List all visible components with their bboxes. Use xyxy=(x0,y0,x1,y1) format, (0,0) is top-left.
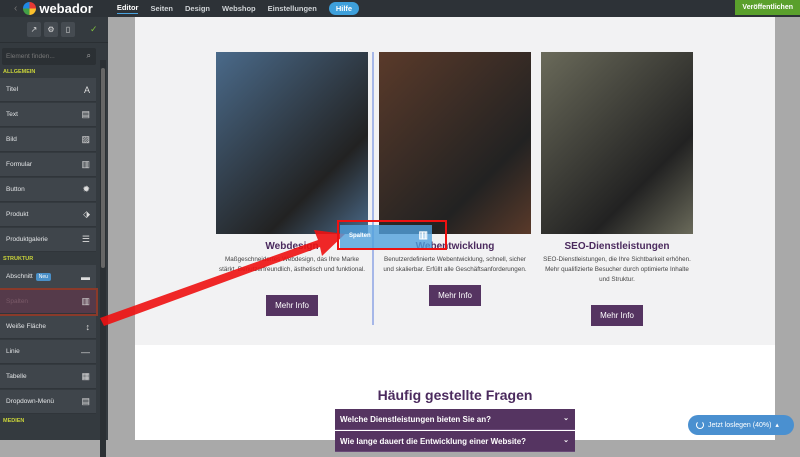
dragged-element-spalten[interactable]: Spalten ▥ xyxy=(340,225,432,248)
cta-label: Jetzt loslegen (40%) xyxy=(708,421,772,429)
progress-spinner-icon xyxy=(696,421,704,429)
chevron-up-icon: ▴ xyxy=(775,422,779,429)
drag-label: Spalten xyxy=(349,233,371,239)
columns-icon: ▥ xyxy=(418,230,428,241)
get-started-button[interactable]: Jetzt loslegen (40%) ▴ xyxy=(688,415,794,435)
